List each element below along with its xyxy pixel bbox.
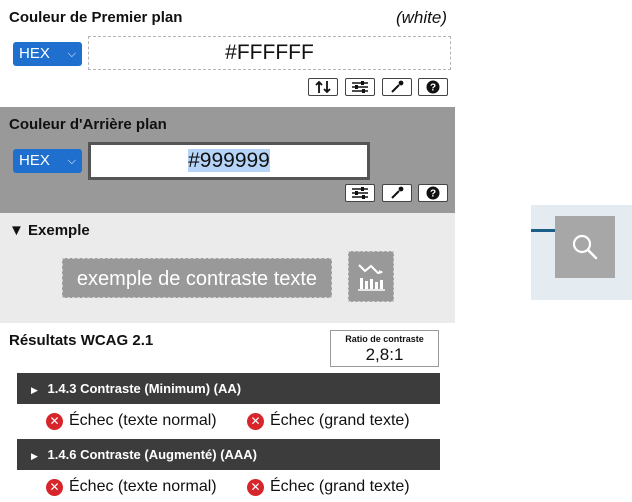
background-eyedropper-button[interactable] — [382, 184, 412, 202]
results-title: Résultats WCAG 2.1 — [9, 332, 154, 349]
foreground-eyedropper-button[interactable] — [382, 78, 412, 96]
triangle-down-icon: ▼ — [9, 222, 24, 239]
example-title: Exemple — [28, 222, 90, 239]
fail-icon: ✕ — [247, 412, 264, 430]
background-format-select[interactable]: HEX ⌵ — [13, 149, 82, 173]
result-aa-large: ✕ Échec (grand texte) — [247, 412, 410, 430]
background-help-button[interactable]: ? — [418, 184, 448, 202]
results-section: Résultats WCAG 2.1 Ratio de contraste 2,… — [0, 323, 455, 502]
help-icon: ? — [426, 186, 440, 200]
chevron-down-icon: ⌵ — [67, 155, 76, 167]
triangle-right-icon: ▶ — [31, 451, 38, 461]
criterion-label: 1.4.3 Contraste (Minimum) (AA) — [47, 381, 242, 396]
swap-icon — [315, 80, 331, 94]
example-sample-text: exemple de contraste texte — [62, 258, 332, 298]
result-text: Échec (grand texte) — [270, 412, 410, 429]
example-section: ▼ Exemple exemple de contraste texte — [0, 213, 455, 323]
adjust-background-button[interactable] — [345, 184, 375, 202]
foreground-format-value: HEX — [19, 45, 50, 62]
search-button[interactable] — [555, 216, 615, 278]
search-icon — [572, 234, 598, 260]
criterion-toggle-aa[interactable]: ▶ 1.4.3 Contraste (Minimum) (AA) — [17, 373, 440, 404]
background-title: Couleur d'Arrière plan — [9, 116, 167, 133]
criterion-toggle-aaa[interactable]: ▶ 1.4.6 Contraste (Augmenté) (AAA) — [17, 439, 440, 470]
result-text: Échec (texte normal) — [69, 412, 217, 429]
svg-text:?: ? — [430, 83, 436, 94]
adjust-color-button[interactable] — [345, 78, 375, 96]
triangle-right-icon: ▶ — [31, 385, 38, 395]
result-aa-normal: ✕ Échec (texte normal) — [46, 412, 217, 430]
fail-icon: ✕ — [247, 478, 264, 496]
sliders-icon — [352, 81, 368, 93]
background-format-value: HEX — [19, 152, 50, 169]
contrast-chart-button[interactable] — [348, 251, 394, 302]
contrast-ratio-box: Ratio de contraste 2,8:1 — [330, 330, 439, 367]
contrast-chart-icon — [358, 264, 385, 291]
help-icon: ? — [426, 80, 440, 94]
fail-icon: ✕ — [46, 412, 63, 430]
foreground-section: Couleur de Premier plan (white) HEX ⌵ #F… — [0, 0, 455, 107]
result-aaa-large: ✕ Échec (grand texte) — [247, 478, 410, 496]
criterion-label: 1.4.6 Contraste (Augmenté) (AAA) — [47, 447, 258, 462]
foreground-color-name: (white) — [395, 8, 447, 27]
fail-icon: ✕ — [46, 478, 63, 496]
foreground-title: Couleur de Premier plan — [9, 9, 183, 26]
eyedropper-icon — [391, 80, 404, 93]
ratio-label: Ratio de contraste — [345, 334, 424, 344]
background-section: Couleur d'Arrière plan HEX ⌵ #999999 ? — [0, 107, 455, 213]
result-text: Échec (grand texte) — [270, 478, 410, 495]
chevron-down-icon: ⌵ — [67, 48, 76, 60]
background-hex-value: #999999 — [188, 149, 270, 172]
foreground-help-button[interactable]: ? — [418, 78, 448, 96]
contrast-checker-panel: Couleur de Premier plan (white) HEX ⌵ #F… — [0, 0, 455, 502]
sliders-icon — [352, 187, 368, 199]
swap-colors-button[interactable] — [308, 78, 338, 96]
search-input-edge[interactable] — [531, 229, 555, 232]
example-toggle[interactable]: ▼ Exemple — [9, 222, 90, 239]
foreground-hex-input[interactable]: #FFFFFF — [88, 36, 451, 70]
result-aaa-normal: ✕ Échec (texte normal) — [46, 478, 217, 496]
result-text: Échec (texte normal) — [69, 478, 217, 495]
foreground-format-select[interactable]: HEX ⌵ — [13, 42, 82, 66]
svg-text:?: ? — [430, 189, 436, 200]
ratio-value: 2,8:1 — [365, 345, 404, 364]
eyedropper-icon — [391, 186, 404, 199]
background-hex-input[interactable]: #999999 — [88, 142, 370, 180]
